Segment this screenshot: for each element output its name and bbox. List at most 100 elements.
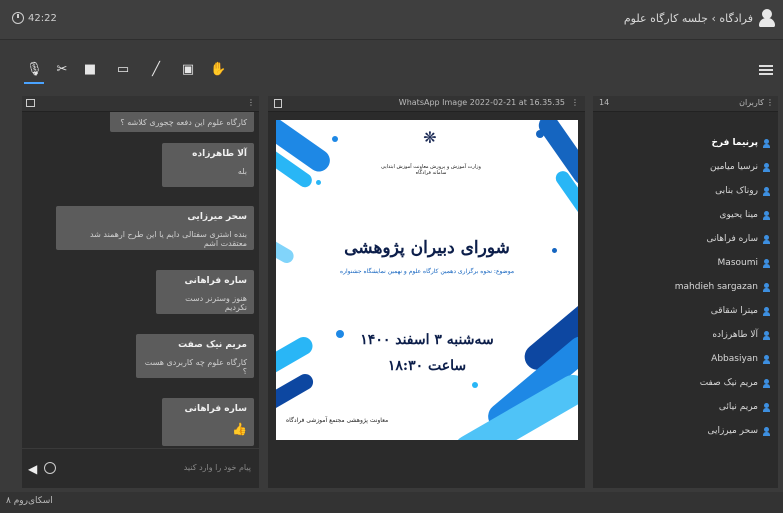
decor-dot [472,382,478,388]
slide-subtitle: موضوع: نحوه برگزاری دهمین کارگاه علوم و … [339,268,515,275]
message-text: هنوز وسترنر دست نکردیم [185,294,247,312]
user-name: سحر میرزایی [707,426,758,436]
status-bar: اسکای‌روم ۸ [0,492,783,513]
user-icon [763,354,770,364]
user-icon [763,138,770,148]
chat-message: ساره فراهانی هنوز وسترنر دست نکردیم [156,270,254,314]
user-icon [763,234,770,244]
message-text: کارگاه علوم چه کاربردی هست ؟ [144,358,247,376]
chat-message: ساره فراهانی 👍 [162,398,254,446]
user-item[interactable]: مریم نیک صفت [700,374,770,392]
pen-icon[interactable]: ╱ [148,62,164,78]
chat-input[interactable]: ◀ پیام خود را وارد کنید [22,448,259,488]
status-text: اسکای‌روم ۸ [6,496,53,506]
message-text: کارگاه علوم این دفعه چجوری کلاشه ؟ [120,118,247,127]
user-item[interactable]: روناک بنابی [715,182,770,200]
user-icon [763,186,770,196]
user-item[interactable]: نرسیا میامین [710,158,770,176]
presentation-panel: WhatsApp Image 2022-02-21 at 16.35.35 ⋮ … [268,96,585,488]
user-name: روناک بنابی [715,186,758,196]
message-text: بله [237,167,247,176]
user-icon [763,210,770,220]
user-icon [763,162,770,172]
message-text: 👍 [232,422,247,436]
user-name: میترا شقاقی [710,306,758,316]
users-header: 14 کاربران ⋮ [593,96,778,112]
hand-raise-icon[interactable]: ✋ [210,62,226,78]
user-item[interactable]: mahdieh sargazan [675,278,770,296]
user-name: Abbasiyan [711,354,758,364]
chat-header: ⋮ [22,96,259,112]
user-item[interactable]: مینا یحیوی [719,206,770,224]
decor-dot [316,180,321,185]
user-name: آلا طاهرزاده [712,330,758,340]
user-icon [763,426,770,436]
message-sender: ساره فراهانی [184,404,247,414]
user-icon [763,378,770,388]
chat-icon [26,99,35,107]
user-name: مریم نیک صفت [699,378,758,388]
presentation-icon[interactable]: ▣ [180,62,196,78]
user-item[interactable]: ساره فراهانی [707,230,770,248]
slide-title: شورای دبیران پژوهشی [344,238,510,258]
presentation-header: WhatsApp Image 2022-02-21 at 16.35.35 ⋮ [268,96,585,112]
mute-icon[interactable]: ✂ [54,62,70,78]
chat-message: سحر میرزایی بنده اشتری سفتالی دایم یا ای… [56,206,254,250]
message-text: بنده اشتری سفتالی دایم یا این طرح ارهمند… [89,230,247,248]
session-title: فرادگاه › جلسه کارگاه علوم [623,12,753,25]
user-icon [763,258,770,268]
chat-message: آلا طاهرزاده بله [162,143,254,187]
message-sender: ساره فراهانی [184,276,247,286]
clock-icon [12,12,24,24]
chat-message: کارگاه علوم این دفعه چجوری کلاشه ؟ [110,112,254,132]
message-sender: آلا طاهرزاده [192,149,247,159]
presentation-slide: ❋ وزارت آموزش و پرورش معاونت آموزش ابتدا… [276,120,578,440]
slide-organization: وزارت آموزش و پرورش معاونت آموزش ابتدایی… [381,164,481,176]
user-item[interactable]: میترا شقاقی [711,302,770,320]
monitor-icon[interactable]: ▭ [115,62,131,78]
more-options-icon[interactable]: ⋮ [571,98,579,107]
session-timer: 42:22 [12,12,57,24]
user-icon [763,306,770,316]
chat-messages[interactable]: کارگاه علوم این دفعه چجوری کلاشه ؟ آلا ط… [22,112,259,448]
slide-date: سه‌شنبه ۳ اسفند ۱۴۰۰ [360,332,494,348]
microphone-icon[interactable]: 🎙 [24,62,44,84]
user-name: Masoumi [717,258,758,268]
user-name: پرنیما فرخ [711,138,758,148]
chat-message: مریم نیک صفت کارگاه علوم چه کاربردی هست … [136,334,254,378]
toolbar: 🎙 ✂ ■ ▭ ╱ ▣ ✋ [0,40,783,96]
user-item[interactable]: آلا طاهرزاده [712,326,770,344]
top-bar: 42:22 فرادگاه › جلسه کارگاه علوم [0,0,783,40]
user-profile-icon[interactable] [759,9,775,27]
session-time: 42:22 [28,12,57,24]
user-icon [763,402,770,412]
user-name: مینا یحیوی [719,210,758,220]
message-sender: سحر میرزایی [187,212,247,222]
send-icon[interactable]: ◀ [28,462,37,476]
users-list[interactable]: پرنیما فرخ نرسیا میامین روناک بنابی مینا… [593,112,778,488]
user-name: mahdieh sargazan [674,282,758,292]
chat-input-placeholder: پیام خود را وارد کنید [183,463,251,472]
more-options-icon[interactable]: ⋮ [766,98,774,107]
decor-dot [332,136,338,142]
users-panel: 14 کاربران ⋮ پرنیما فرخ نرسیا میامین رون… [593,96,778,488]
slide-footer: معاونت پژوهشی مجتمع آموزشی فرادگاه [286,417,389,424]
slide-time: ساعت ۱۸:۳۰ [387,358,467,374]
more-options-icon[interactable]: ⋮ [247,98,255,107]
user-item[interactable]: پرنیما فرخ [711,134,770,152]
user-item[interactable]: Masoumi [718,254,770,272]
user-item[interactable]: Abbasiyan [711,350,770,368]
decor-wave [276,371,316,415]
user-icon [763,282,770,292]
user-item[interactable]: مریم نیائی [719,398,770,416]
user-item[interactable]: سحر میرزایی [707,422,770,440]
users-label: کاربران [739,98,764,107]
file-icon [274,99,282,108]
user-name: ساره فراهانی [706,234,758,244]
emoji-icon[interactable] [44,462,56,474]
hamburger-menu-icon[interactable] [759,65,773,75]
users-count: 14 [599,98,610,107]
organization-emblem-icon: ❋ [423,128,437,147]
user-name: نرسیا میامین [710,162,758,172]
camera-icon[interactable]: ■ [82,62,98,78]
